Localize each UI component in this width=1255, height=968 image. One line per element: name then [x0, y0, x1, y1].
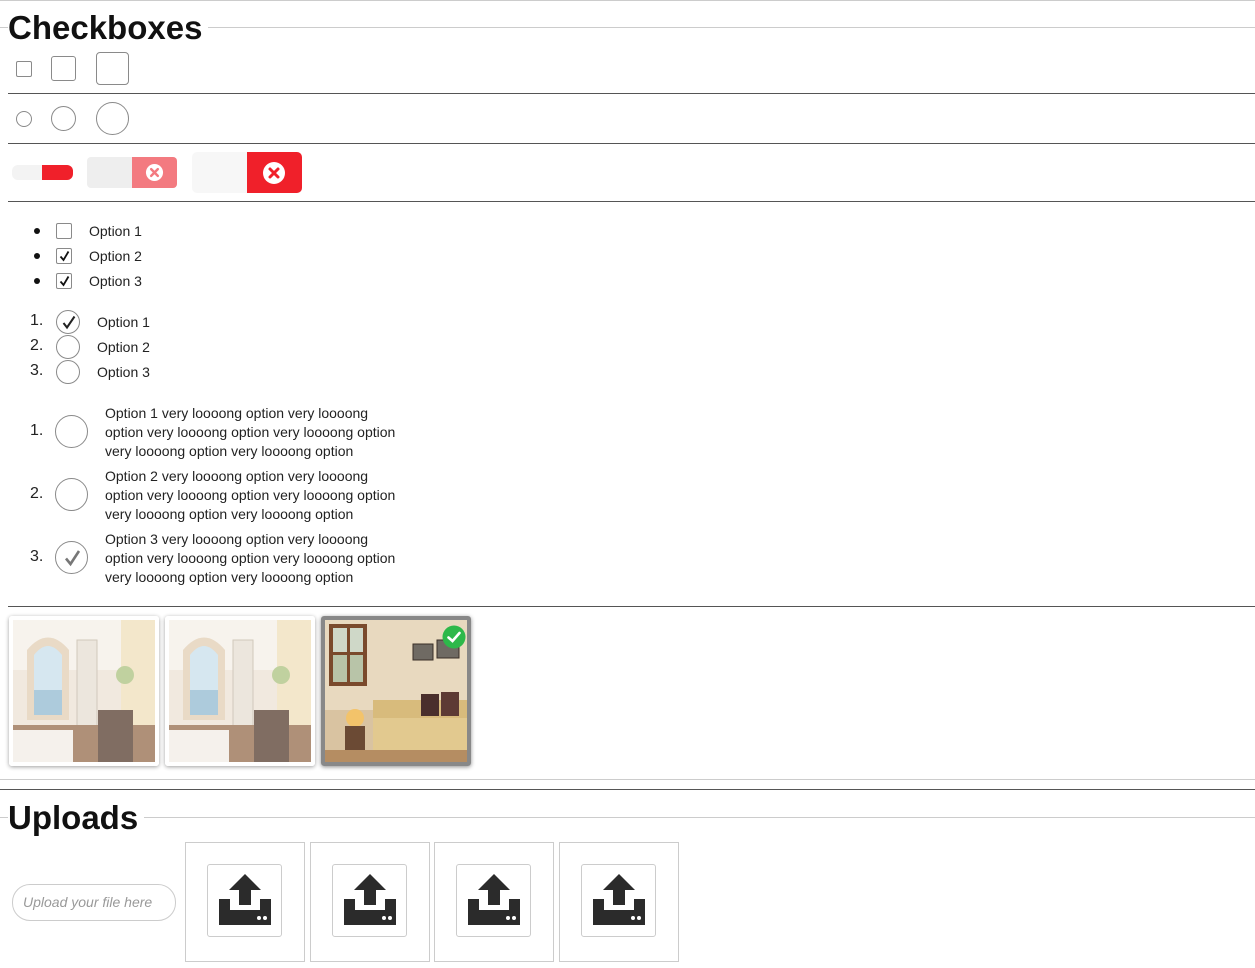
label-line: Option 1 very loooong option very loooon…: [105, 405, 369, 421]
option-label: Option 3: [97, 364, 150, 380]
toggle-large[interactable]: [192, 152, 302, 193]
label-line: option very loooong option very loooong …: [105, 424, 396, 440]
upload-dropzone-1[interactable]: [185, 842, 305, 962]
upload-dropzone-4[interactable]: [559, 842, 679, 962]
upload-tray-icon: [468, 874, 520, 925]
close-circle-icon: [263, 162, 285, 184]
checkmark-icon: [59, 276, 70, 287]
section-title-checkboxes: Checkboxes: [8, 10, 209, 46]
section-title-uploads: Uploads: [8, 800, 145, 836]
list-bullet: [34, 228, 40, 234]
radio-medium[interactable]: [51, 106, 76, 131]
checkbox-small[interactable]: [16, 61, 32, 77]
room-bright-image: [169, 620, 311, 762]
divider: [8, 606, 1255, 607]
label-line: option very loooong option very loooong …: [105, 487, 396, 503]
radio-long-option-1[interactable]: [55, 415, 88, 448]
upload-dropzone-2[interactable]: [310, 842, 430, 962]
upload-tray-icon: [219, 874, 271, 925]
list-number: 1.: [30, 422, 44, 439]
label-line: very loooong option very loooong option: [105, 569, 354, 585]
label-line: option very loooong option very loooong …: [105, 550, 396, 566]
list-bullet: [34, 278, 40, 284]
room-bright-image: [13, 620, 155, 762]
long-option-label-2: Option 2 very loooong option very loooon…: [105, 467, 395, 524]
upload-tray-icon: [593, 874, 645, 925]
divider: [8, 93, 1255, 94]
option-label: Option 3: [89, 273, 142, 289]
radio-long-option-2[interactable]: [55, 478, 88, 511]
checkmark-icon: [59, 251, 70, 262]
option-label: Option 2: [89, 248, 142, 264]
image-option-1[interactable]: [9, 616, 159, 766]
checkbox-option-2[interactable]: [56, 248, 72, 264]
long-option-label-3: Option 3 very loooong option very loooon…: [105, 530, 395, 587]
option-label: Option 1: [97, 314, 150, 330]
option-label: Option 1: [89, 223, 142, 239]
radio-option-3[interactable]: [56, 360, 80, 384]
label-line: very loooong option very loooong option: [105, 443, 354, 459]
toggle-knob: [132, 157, 177, 188]
upload-button[interactable]: [207, 864, 282, 937]
list-number: 2.: [30, 337, 44, 354]
image-option-2[interactable]: [165, 616, 315, 766]
upload-file-field[interactable]: Upload your file here: [12, 884, 176, 921]
checkmark-icon: [64, 550, 81, 567]
radio-option-1[interactable]: [56, 310, 80, 334]
divider: [0, 789, 1255, 790]
checkbox-option-3[interactable]: [56, 273, 72, 289]
image-option-3-selected[interactable]: [321, 616, 471, 766]
upload-dropzone-3[interactable]: [434, 842, 554, 962]
close-circle-icon: [145, 163, 164, 182]
divider: [0, 779, 1255, 780]
long-option-label-1: Option 1 very loooong option very loooon…: [105, 404, 395, 461]
label-line: Option 3 very loooong option very loooon…: [105, 531, 369, 547]
radio-large[interactable]: [96, 102, 129, 135]
label-line: Option 2 very loooong option very loooon…: [105, 468, 369, 484]
radio-small[interactable]: [16, 111, 32, 127]
top-border: [0, 0, 1255, 1]
checkmark-icon: [62, 315, 76, 330]
checkbox-large[interactable]: [96, 52, 129, 85]
list-number: 1.: [30, 312, 44, 329]
list-number: 3.: [30, 362, 44, 379]
toggle-knob: [42, 165, 73, 180]
upload-button[interactable]: [581, 864, 656, 937]
radio-long-option-3[interactable]: [55, 541, 88, 574]
section-rule: [0, 817, 1255, 818]
toggle-knob: [247, 152, 302, 193]
radio-option-2[interactable]: [56, 335, 80, 359]
divider: [8, 143, 1255, 144]
toggle-small[interactable]: [12, 165, 73, 180]
option-label: Option 2: [97, 339, 150, 355]
check-badge-icon: [442, 625, 466, 649]
divider: [8, 201, 1255, 202]
upload-button[interactable]: [332, 864, 407, 937]
checkbox-medium[interactable]: [51, 56, 76, 81]
toggle-medium[interactable]: [87, 157, 177, 188]
upload-tray-icon: [344, 874, 396, 925]
list-number: 2.: [30, 485, 44, 502]
upload-button[interactable]: [456, 864, 531, 937]
list-bullet: [34, 253, 40, 259]
list-number: 3.: [30, 548, 44, 565]
label-line: very loooong option very loooong option: [105, 506, 354, 522]
checkbox-option-1[interactable]: [56, 223, 72, 239]
